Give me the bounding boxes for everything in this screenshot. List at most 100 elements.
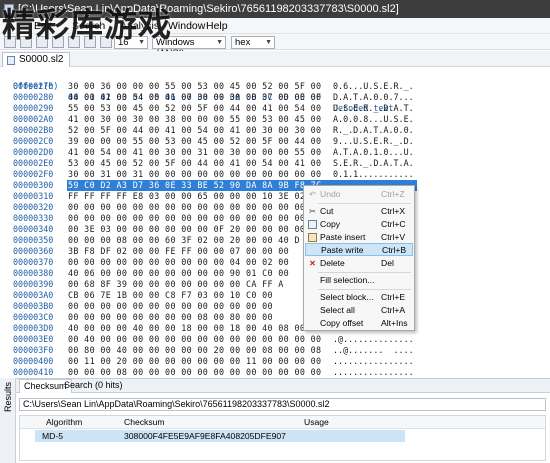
font-size-select[interactable]: 16 ▼: [114, 36, 148, 49]
hex-row[interactable]: 00000410 00 00 00 08 00 00 00 00 00 00 00…: [0, 367, 550, 376]
row-bytes[interactable]: 44 00 41 00 54 00 41 00 30 00 30 00 37 0…: [68, 92, 321, 103]
column-checksum[interactable]: Checksum: [124, 416, 165, 429]
save-icon[interactable]: [36, 36, 48, 48]
row-decoded[interactable]: ..@....... ....: [333, 345, 414, 356]
menu-item-fill-selection[interactable]: Fill selection...: [305, 274, 413, 287]
row-bytes[interactable]: 59 C0 D2 A3 D7 36 0E 33 BE 52 90 DA 8A 9…: [68, 180, 321, 191]
hex-row[interactable]: 00000300 59 C0 D2 A3 D7 36 0E 33 BE 52 90…: [0, 180, 550, 191]
hex-row[interactable]: 00000390 00 68 8F 39 00 00 00 00 00 00 00…: [0, 279, 550, 290]
hex-row[interactable]: 000002C0 39 00 00 00 55 00 53 00 45 00 52…: [0, 136, 550, 147]
menu-item-copy[interactable]: Copy Ctrl+C: [305, 218, 413, 231]
row-bytes[interactable]: 40 06 00 00 00 00 00 00 00 00 90 01 C0 0…: [68, 268, 289, 279]
row-bytes[interactable]: 00 00 00 00 00 00 00 00 00 00 00 00 00 0…: [68, 213, 321, 224]
hex-row[interactable]: 00000380 40 06 00 00 00 00 00 00 00 00 90…: [0, 268, 550, 279]
row-bytes[interactable]: 55 00 53 00 45 00 52 00 5F 00 44 00 41 0…: [68, 103, 321, 114]
row-bytes[interactable]: 00 00 00 08 00 00 00 00 00 00 00 00 00 0…: [68, 367, 321, 376]
row-bytes[interactable]: 30 00 31 00 31 00 00 00 00 00 00 00 00 0…: [68, 169, 321, 180]
row-bytes[interactable]: 41 00 54 00 41 00 30 00 31 00 30 00 00 0…: [68, 147, 321, 158]
hex-row[interactable]: 00000340 00 3E 03 00 00 00 00 00 00 0F 20…: [0, 224, 550, 235]
font-icon[interactable]: [100, 36, 112, 48]
file-tab[interactable]: S0000.sl2: [2, 52, 71, 67]
hex-row[interactable]: 00000320 00 00 00 00 00 00 00 00 00 00 00…: [0, 202, 550, 213]
row-bytes[interactable]: 00 00 00 00 00 00 00 00 00 00 00 00 00: [68, 301, 273, 312]
row-bytes[interactable]: 41 00 30 00 30 00 38 00 00 00 55 00 53 0…: [68, 114, 321, 125]
open-file-icon[interactable]: [20, 36, 32, 48]
row-decoded[interactable]: R._.D.A.T.A.0.0.: [333, 125, 414, 136]
row-decoded[interactable]: A.T.A.0.1.0...U.: [333, 147, 414, 158]
undo-toolbar-icon[interactable]: [84, 36, 96, 48]
menu-search[interactable]: Search: [72, 18, 105, 34]
row-decoded[interactable]: A.0.0.8...U.S.E.: [333, 114, 414, 125]
table-row[interactable]: MD-5 308000F4FE5E9AF9E8FA408205DFE907: [20, 430, 545, 442]
hex-row[interactable]: 00000310 FF FF FF FF E8 03 00 00 65 00 00…: [0, 191, 550, 202]
row-bytes[interactable]: 00 00 00 00 00 00 00 00 00 00 00 00 00 0…: [68, 202, 321, 213]
row-bytes[interactable]: 00 40 00 00 00 00 00 00 00 00 00 00 00 0…: [68, 334, 321, 345]
hex-row[interactable]: 00000370 00 00 00 00 00 00 00 00 00 00 04…: [0, 257, 550, 268]
menu-item-undo[interactable]: ↶ Undo Ctrl+Z: [305, 188, 413, 201]
menu-item-delete[interactable]: ✕ Delete Del: [305, 257, 413, 270]
hex-row[interactable]: 000002D0 41 00 54 00 41 00 30 00 31 00 30…: [0, 147, 550, 158]
new-file-icon[interactable]: [4, 36, 16, 48]
menu-analysis[interactable]: Analysis: [120, 18, 159, 34]
encoding-select[interactable]: Windows (ANSI)▼: [152, 36, 226, 59]
menu-edit[interactable]: Edit: [34, 18, 52, 34]
hex-row[interactable]: 000003C0 00 00 00 00 00 00 00 00 08 00 80…: [0, 312, 550, 323]
row-bytes[interactable]: 39 00 00 00 55 00 53 00 45 00 52 00 5F 0…: [68, 136, 321, 147]
hex-row[interactable]: 000003F0 00 80 00 40 00 00 00 00 00 20 00…: [0, 345, 550, 356]
hex-row[interactable]: 00000350 00 00 00 08 00 00 60 3F 02 00 20…: [0, 235, 550, 246]
row-decoded[interactable]: .@..............: [333, 334, 414, 345]
hex-row[interactable]: 000002E0 53 00 45 00 52 00 5F 00 44 00 41…: [0, 158, 550, 169]
row-bytes[interactable]: 00 11 00 20 00 00 00 00 00 00 00 11 00 0…: [68, 356, 321, 367]
row-bytes[interactable]: 00 3E 03 00 00 00 00 00 00 0F 20 00 00 0…: [68, 224, 321, 235]
row-decoded[interactable]: 0.6...U.S.E.R._.: [333, 81, 414, 92]
row-decoded[interactable]: ................: [333, 367, 414, 376]
menu-item-copy-offset[interactable]: Copy offset Alt+Ins: [305, 317, 413, 330]
row-decoded[interactable]: 9...U.S.E.R._.D.: [333, 136, 414, 147]
row-bytes[interactable]: 00 00 00 08 00 00 60 3F 02 00 20 00 00 4…: [68, 235, 300, 246]
hex-row[interactable]: 00000330 00 00 00 00 00 00 00 00 00 00 00…: [0, 213, 550, 224]
tab-search[interactable]: Search (0 hits): [60, 379, 127, 393]
hex-row[interactable]: 000002A0 41 00 30 00 30 00 38 00 00 00 55…: [0, 114, 550, 125]
row-decoded[interactable]: 0.1.1...........: [333, 169, 414, 180]
hex-row[interactable]: 00000280 44 00 41 00 54 00 41 00 30 00 30…: [0, 92, 550, 103]
row-bytes[interactable]: 00 00 00 00 00 00 00 00 00 00 04 00 02 0…: [68, 257, 289, 268]
menu-item-select-all[interactable]: Select all Ctrl+A: [305, 304, 413, 317]
hex-row[interactable]: 00000360 3B F8 DF 02 00 00 FE FF 00 00 07…: [0, 246, 550, 257]
properties-icon[interactable]: [68, 36, 80, 48]
display-mode-select[interactable]: hex ▼: [231, 36, 275, 49]
row-offset: 00000320: [13, 202, 54, 212]
menu-help[interactable]: Help: [206, 18, 228, 34]
row-bytes[interactable]: FF FF FF FF E8 03 00 00 65 00 00 00 10 3…: [68, 191, 321, 202]
hex-row[interactable]: 000003E0 00 40 00 00 00 00 00 00 00 00 00…: [0, 334, 550, 345]
menu-window[interactable]: Window: [168, 18, 205, 34]
hex-row[interactable]: 000003B0 00 00 00 00 00 00 00 00 00 00 00…: [0, 301, 550, 312]
row-bytes[interactable]: 00 68 8F 39 00 00 00 00 00 00 00 CA FF A: [68, 279, 284, 290]
row-bytes[interactable]: CB 06 7E 1B 00 00 C8 F7 03 00 10 C0 00: [68, 290, 273, 301]
row-bytes[interactable]: 3B F8 DF 02 00 00 FE FF 00 00 07 00 00 0…: [68, 246, 289, 257]
row-bytes[interactable]: 00 00 00 00 00 00 00 00 08 00 80 00 00: [68, 312, 273, 323]
row-decoded[interactable]: D.A.T.A.0.0.7...: [333, 92, 414, 103]
hex-row[interactable]: 000003A0 CB 06 7E 1B 00 00 C8 F7 03 00 10…: [0, 290, 550, 301]
hex-row[interactable]: 00000270 30 00 36 00 00 00 55 00 53 00 45…: [0, 81, 550, 92]
column-usage[interactable]: Usage: [304, 416, 329, 429]
row-bytes[interactable]: 53 00 45 00 52 00 5F 00 44 00 41 00 54 0…: [68, 158, 321, 169]
row-bytes[interactable]: 00 80 00 40 00 00 00 00 00 20 00 00 08 0…: [68, 345, 321, 356]
menu-item-select-block[interactable]: Select block... Ctrl+E: [305, 291, 413, 304]
row-decoded[interactable]: S.E.R._.D.A.T.A.: [333, 158, 414, 169]
row-bytes[interactable]: 40 00 00 00 40 00 00 18 00 00 18 00 40 0…: [68, 323, 305, 334]
row-bytes[interactable]: 30 00 36 00 00 00 55 00 53 00 45 00 52 0…: [68, 81, 321, 92]
hex-row[interactable]: 000002F0 30 00 31 00 31 00 00 00 00 00 00…: [0, 169, 550, 180]
row-bytes[interactable]: 52 00 5F 00 44 00 41 00 54 00 41 00 30 0…: [68, 125, 321, 136]
menu-item-cut[interactable]: ✂ Cut Ctrl+X: [305, 205, 413, 218]
menu-item-paste-write[interactable]: Paste write Ctrl+B: [305, 243, 413, 256]
column-algorithm[interactable]: Algorithm: [46, 416, 82, 429]
hex-row[interactable]: 00000290 55 00 53 00 45 00 52 00 5F 00 44…: [0, 103, 550, 114]
hex-row[interactable]: 00000400 00 11 00 20 00 00 00 00 00 00 00…: [0, 356, 550, 367]
results-side-tab[interactable]: Results: [0, 378, 16, 463]
row-decoded[interactable]: U.S.E.R._.D.A.T.: [333, 103, 414, 114]
hex-row[interactable]: 000003D0 40 00 00 00 40 00 00 18 00 00 18…: [0, 323, 550, 334]
hex-editor[interactable]: Offset(h) 00 01 02 03 04 05 06 07 08 09 …: [0, 68, 550, 376]
hex-row[interactable]: 000002B0 52 00 5F 00 44 00 41 00 54 00 41…: [0, 125, 550, 136]
row-decoded[interactable]: ................: [333, 356, 414, 367]
print-icon[interactable]: [52, 36, 64, 48]
